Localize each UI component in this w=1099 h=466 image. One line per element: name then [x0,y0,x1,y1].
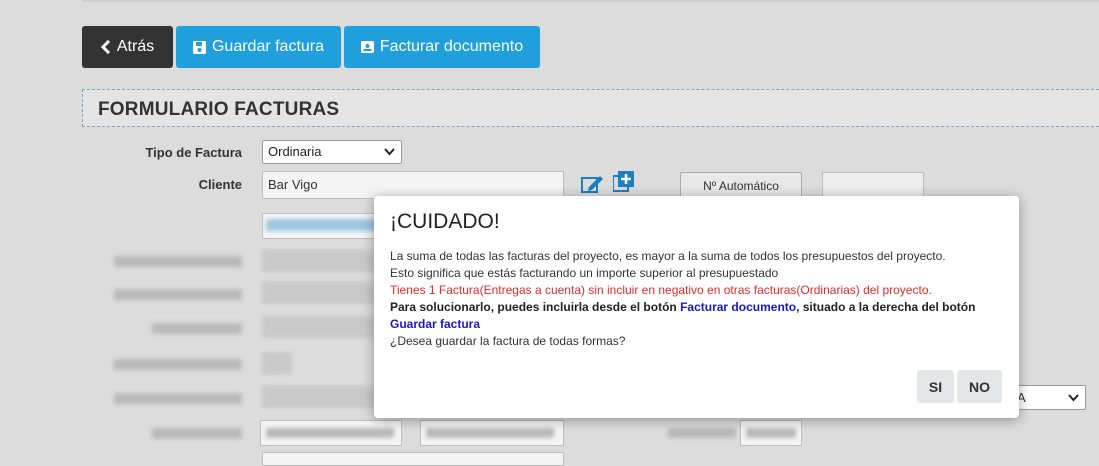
save-invoice-label: Guardar factura [211,38,325,55]
add-square-icon[interactable] [612,171,635,198]
obscured-label [152,323,242,334]
invoice-type-select[interactable]: Ordinaria [262,140,402,164]
confirm-yes-button[interactable]: SI [917,370,954,403]
save-invoice-button[interactable]: Guardar factura [176,26,341,68]
modal-body: La suma de todas las facturas del proyec… [390,248,1000,350]
bill-document-label: Facturar documento [379,38,524,55]
modal-solution-text: Para solucionarlo, puedes incluirla desd… [390,300,681,314]
client-input[interactable]: Bar Vigo [262,171,564,199]
modal-link-save-invoice: Guardar factura [390,317,481,331]
obscured-field [262,386,374,408]
bill-document-button[interactable]: Facturar documento [344,26,540,68]
page-title: FORMULARIO FACTURAS [98,99,340,120]
obscured-label [152,428,242,439]
invoice-icon [360,41,374,53]
form-header: FORMULARIO FACTURAS [82,89,1099,127]
top-divider [82,0,1099,2]
modal-title: ¡CUIDADO! [390,210,500,233]
chevron-left-icon [100,40,111,54]
obscured-field-content [266,219,378,231]
invoice-type-label: Tipo de Factura [145,145,242,160]
obscured-label [114,359,242,370]
right-select[interactable]: A [1010,385,1086,410]
modal-line-explanation: Esto significa que estás facturando un i… [390,266,779,280]
back-button-label: Atrás [116,38,155,55]
obscured-label [668,428,736,438]
obscured-field[interactable] [262,452,564,466]
chevron-down-icon [384,145,395,160]
obscured-field [262,352,292,374]
obscured-field [262,316,374,338]
modal-link-bill-document: Facturar documento [680,300,797,314]
modal-line-warning: Tienes 1 Factura(Entregas a cuenta) sin … [390,283,932,297]
obscured-field-content [266,428,394,438]
obscured-field-content [746,428,796,438]
modal-line-total: La suma de todas las facturas del proyec… [390,249,946,263]
obscured-label [114,393,242,404]
confirm-no-button[interactable]: NO [957,370,1002,403]
floppy-disk-icon [192,40,206,54]
obscured-label [114,289,242,300]
modal-line-question: ¿Desea guardar la factura de todas forma… [390,334,626,348]
obscured-label [114,256,242,267]
warning-modal: ¡CUIDADO! La suma de todas las facturas … [374,196,1019,418]
obscured-field [262,250,374,272]
client-label: Cliente [198,177,242,192]
obscured-field [262,282,374,304]
modal-line-solution: Para solucionarlo, puedes incluirla desd… [390,299,1000,333]
modal-solution-text: , situado a la derecha del botón [796,300,976,314]
back-button[interactable]: Atrás [82,26,173,68]
chevron-down-icon [1068,391,1079,406]
client-value: Bar Vigo [268,177,318,192]
invoice-type-value: Ordinaria [268,144,322,159]
obscured-field-content [426,428,554,438]
